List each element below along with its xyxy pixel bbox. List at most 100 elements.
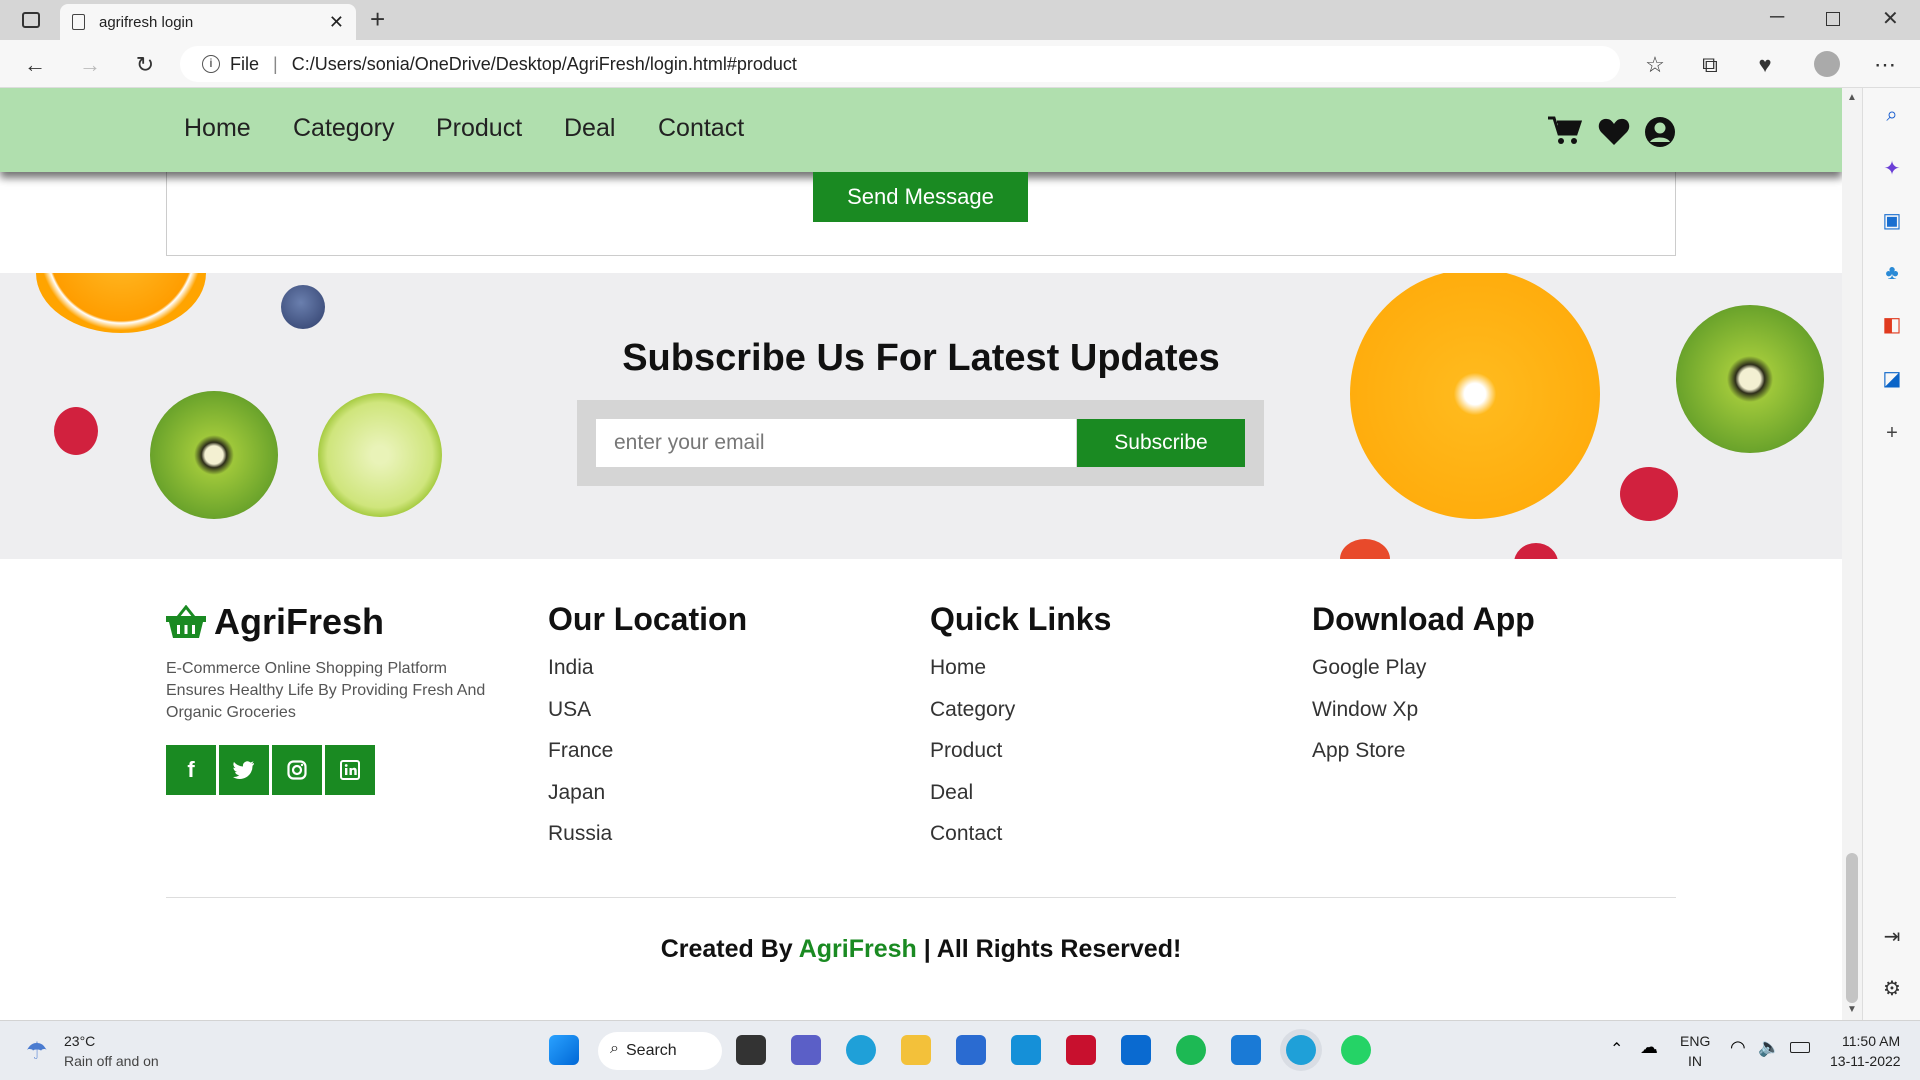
whatsapp-icon[interactable]	[1341, 1035, 1371, 1065]
twitter-icon[interactable]	[219, 745, 269, 795]
scrollbar-thumb[interactable]	[1846, 853, 1858, 1003]
file-explorer-icon[interactable]	[901, 1035, 931, 1065]
weather-icon[interactable]: ☂	[26, 1037, 48, 1066]
collections-icon[interactable]: ⧉	[1695, 50, 1725, 80]
clock-date[interactable]: 13-11-2022	[1830, 1053, 1901, 1069]
heart-icon[interactable]	[1598, 118, 1630, 146]
facebook-icon[interactable]: f	[166, 745, 216, 795]
user-icon[interactable]	[1644, 116, 1676, 148]
tray-chevron-icon[interactable]: ⌃	[1610, 1039, 1623, 1059]
scroll-up-icon[interactable]: ▲	[1847, 92, 1857, 103]
subscribe-section: Subscribe Us For Latest Updates enter yo…	[0, 273, 1842, 559]
search-glass-icon: ⌕	[610, 1040, 619, 1057]
nav-contact[interactable]: Contact	[658, 114, 744, 143]
location-link[interactable]: France	[548, 739, 747, 781]
scrollbar[interactable]: ▲ ▼	[1842, 88, 1862, 1020]
office-icon[interactable]: ◧	[1881, 314, 1903, 336]
mcafee-icon[interactable]	[1066, 1035, 1096, 1065]
nav-category[interactable]: Category	[293, 114, 394, 143]
location-link[interactable]: USA	[548, 698, 747, 740]
sidebar-toggle-icon[interactable]: ⇥	[1881, 926, 1903, 948]
clock-time[interactable]: 11:50 AM	[1842, 1033, 1900, 1049]
vscode-icon[interactable]	[1231, 1035, 1261, 1065]
volume-icon[interactable]: 🔈	[1758, 1037, 1780, 1058]
quick-link[interactable]: Contact	[930, 822, 1111, 864]
language-region[interactable]: IN	[1688, 1053, 1702, 1069]
refresh-icon[interactable]: ↻	[130, 50, 160, 80]
quick-link[interactable]: Category	[930, 698, 1111, 740]
instagram-icon[interactable]	[272, 745, 322, 795]
favorites-icon[interactable]: ☆	[1640, 50, 1670, 80]
url-field[interactable]: i File | C:/Users/sonia/OneDrive/Desktop…	[180, 46, 1620, 82]
brand-description: E-Commerce Online Shopping Platform Ensu…	[166, 660, 486, 721]
browser-tab[interactable]: agrifresh login ✕	[60, 4, 356, 40]
settings-icon[interactable]: ⚙	[1881, 978, 1903, 1000]
close-tab-icon[interactable]: ✕	[329, 12, 344, 33]
scroll-down-icon[interactable]: ▼	[1847, 1004, 1857, 1015]
quick-links-title: Quick Links	[930, 601, 1112, 637]
more-icon[interactable]: ⋯	[1870, 50, 1900, 80]
app-blue-icon[interactable]	[1121, 1035, 1151, 1065]
nav-home[interactable]: Home	[184, 114, 251, 143]
forward-icon[interactable]: →	[75, 50, 105, 80]
orange-half-image	[1350, 273, 1600, 519]
edge-icon[interactable]	[846, 1035, 876, 1065]
battery-icon[interactable]	[1790, 1042, 1810, 1053]
copilot-icon[interactable]: ✦	[1881, 158, 1903, 180]
footer: AgriFresh E-Commerce Online Shopping Pla…	[0, 559, 1842, 1020]
address-bar: ← → ↻ i File | C:/Users/sonia/OneDrive/D…	[0, 40, 1920, 88]
credit-suffix: | All Rights Reserved!	[923, 935, 1182, 963]
tab-bar: agrifresh login ✕ + ─ ✕	[0, 0, 1920, 40]
outlook-icon[interactable]: ◪	[1881, 368, 1903, 390]
app-link[interactable]: Google Play	[1312, 656, 1535, 698]
download-app-title: Download App	[1312, 601, 1535, 637]
add-icon[interactable]: +	[1881, 422, 1903, 444]
minimize-icon[interactable]: ─	[1770, 6, 1784, 29]
teams-icon[interactable]	[791, 1035, 821, 1065]
location-link[interactable]: India	[548, 656, 747, 698]
email-input[interactable]: enter your email	[596, 419, 1076, 467]
tray-cloud-icon[interactable]: ☁	[1640, 1037, 1658, 1058]
profile-avatar[interactable]	[1814, 51, 1840, 77]
app-l-icon[interactable]	[1011, 1035, 1041, 1065]
quick-link[interactable]: Product	[930, 739, 1111, 781]
location-link[interactable]: Japan	[548, 781, 747, 823]
health-icon[interactable]: ♥	[1750, 50, 1780, 80]
task-view-icon[interactable]	[736, 1035, 766, 1065]
footer-divider	[166, 897, 1676, 898]
nav-deal[interactable]: Deal	[564, 114, 615, 143]
back-icon[interactable]: ←	[20, 50, 50, 80]
cart-icon[interactable]	[1548, 116, 1582, 146]
language-code[interactable]: ENG	[1680, 1033, 1710, 1049]
tab-title: agrifresh login	[99, 13, 194, 31]
quick-link[interactable]: Home	[930, 656, 1111, 698]
restore-icon[interactable]	[1826, 12, 1840, 26]
url-text: C:/Users/sonia/OneDrive/Desktop/AgriFres…	[291, 53, 797, 74]
tab-actions-icon[interactable]	[22, 12, 40, 28]
navbar: Home Category Product Deal Contact	[0, 88, 1842, 172]
footer-brand[interactable]: AgriFresh	[166, 601, 384, 643]
app-link[interactable]: App Store	[1312, 739, 1535, 781]
subscribe-button[interactable]: Subscribe	[1077, 419, 1245, 467]
linkedin-icon[interactable]	[325, 745, 375, 795]
store-icon[interactable]	[956, 1035, 986, 1065]
strawberry-image	[1340, 539, 1390, 559]
page-icon	[72, 14, 85, 30]
start-icon[interactable]	[549, 1035, 579, 1065]
games-icon[interactable]: ♣	[1881, 262, 1903, 284]
close-window-icon[interactable]: ✕	[1882, 6, 1899, 31]
tools-icon[interactable]: ▣	[1881, 210, 1903, 232]
send-message-button[interactable]: Send Message	[813, 172, 1028, 222]
new-tab-icon[interactable]: +	[370, 4, 385, 35]
wifi-icon[interactable]: ◠	[1730, 1037, 1746, 1058]
credit-brand: AgriFresh	[798, 935, 917, 963]
raspberry-image-2	[1620, 467, 1678, 521]
taskbar-search[interactable]: ⌕ Search	[598, 1032, 722, 1070]
spotify-icon[interactable]	[1176, 1035, 1206, 1065]
quick-link[interactable]: Deal	[930, 781, 1111, 823]
app-link[interactable]: Window Xp	[1312, 698, 1535, 740]
location-link[interactable]: Russia	[548, 822, 747, 864]
nav-product[interactable]: Product	[436, 114, 522, 143]
search-icon[interactable]: ⌕	[1881, 104, 1903, 126]
edge-active-icon[interactable]	[1286, 1035, 1316, 1065]
